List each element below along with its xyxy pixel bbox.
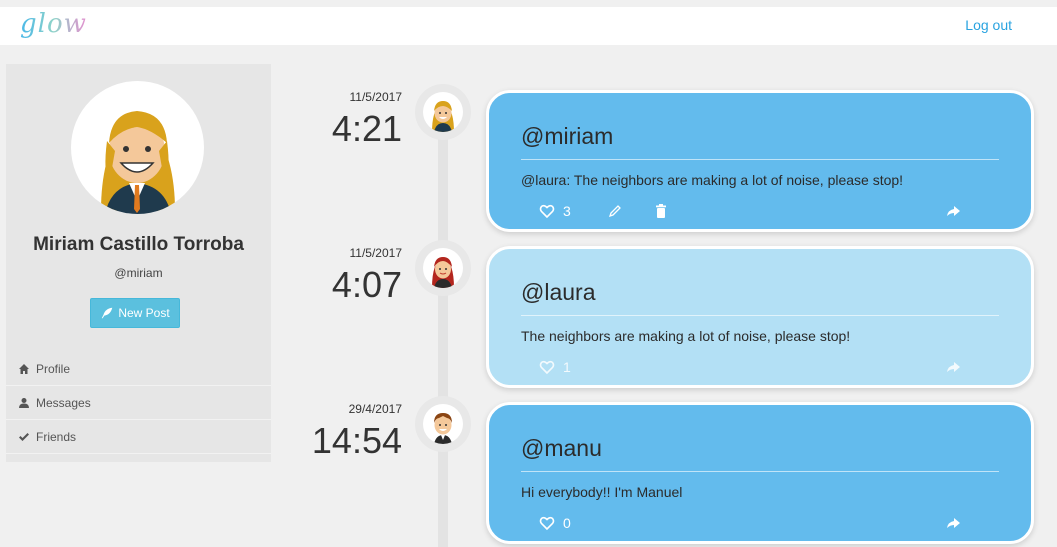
check-icon: [19, 432, 29, 441]
profile-sidebar: Miriam Castillo Torroba @miriam New Post…: [6, 64, 271, 462]
post-actions: 1: [539, 359, 571, 375]
post-time: 14:54: [311, 420, 402, 461]
sidebar-nav: Profile Messages Friends: [6, 352, 271, 454]
top-bar: glow Log out: [0, 7, 1057, 45]
sidebar-item-label: Messages: [36, 395, 91, 410]
heart-icon[interactable]: [539, 515, 555, 531]
home-icon: [19, 363, 29, 374]
manu-avatar-icon: [434, 413, 452, 444]
profile-avatar: [71, 81, 204, 214]
user-icon: [19, 397, 29, 408]
post-text: Hi everybody!! I'm Manuel: [521, 484, 683, 500]
post-actions: 3: [539, 203, 669, 219]
pencil-icon[interactable]: [607, 203, 623, 219]
app-logo[interactable]: glow: [20, 9, 87, 39]
new-post-button[interactable]: New Post: [90, 298, 180, 328]
sidebar-item-friends[interactable]: Friends: [6, 420, 271, 454]
profile-handle: @miriam: [114, 266, 163, 280]
heart-icon[interactable]: [539, 203, 555, 219]
feather-icon: [102, 307, 113, 319]
post-text: The neighbors are making a lot of noise,…: [521, 328, 851, 344]
like-count: 3: [563, 203, 571, 219]
post-avatar: [415, 84, 471, 140]
like-count: 1: [563, 359, 571, 375]
post-text: @laura: The neighbors are making a lot o…: [521, 172, 904, 188]
share-icon[interactable]: [945, 515, 961, 531]
post-actions: 0: [539, 515, 571, 531]
post-card[interactable]: @laura The neighbors are making a lot of…: [486, 246, 1034, 388]
sidebar-item-label: Profile: [36, 361, 71, 376]
sidebar-item-profile[interactable]: Profile: [6, 352, 271, 386]
post-username[interactable]: @manu: [521, 435, 602, 462]
trash-icon[interactable]: [653, 203, 669, 219]
laura-avatar-icon: [432, 257, 454, 288]
profile-name: Miriam Castillo Torroba: [33, 234, 244, 255]
timeline-line: [438, 90, 448, 547]
heart-icon[interactable]: [539, 359, 555, 375]
post-avatar: [415, 396, 471, 452]
post-card[interactable]: @manu Hi everybody!! I'm Manuel 0: [486, 402, 1034, 544]
sidebar-item-label: Friends: [36, 429, 77, 444]
post-time: 4:21: [331, 108, 402, 149]
post-divider: [521, 159, 999, 160]
miriam-avatar-icon: [432, 101, 454, 132]
post-divider: [521, 315, 999, 316]
new-post-label: New Post: [118, 306, 170, 320]
miriam-avatar-icon: [101, 111, 175, 214]
post-username[interactable]: @miriam: [521, 123, 613, 150]
post-date: 29/4/2017: [348, 402, 402, 416]
post-date: 11/5/2017: [349, 246, 403, 260]
sidebar-item-messages[interactable]: Messages: [6, 386, 271, 420]
post-card[interactable]: @miriam @laura: The neighbors are making…: [486, 90, 1034, 232]
post-divider: [521, 471, 999, 472]
post-date: 11/5/2017: [349, 90, 403, 104]
post-username[interactable]: @laura: [521, 279, 596, 306]
logout-link[interactable]: Log out: [965, 17, 1012, 33]
post-time: 4:07: [331, 264, 402, 305]
share-icon[interactable]: [945, 359, 961, 375]
like-count: 0: [563, 515, 571, 531]
post-avatar: [415, 240, 471, 296]
share-icon[interactable]: [945, 203, 961, 219]
